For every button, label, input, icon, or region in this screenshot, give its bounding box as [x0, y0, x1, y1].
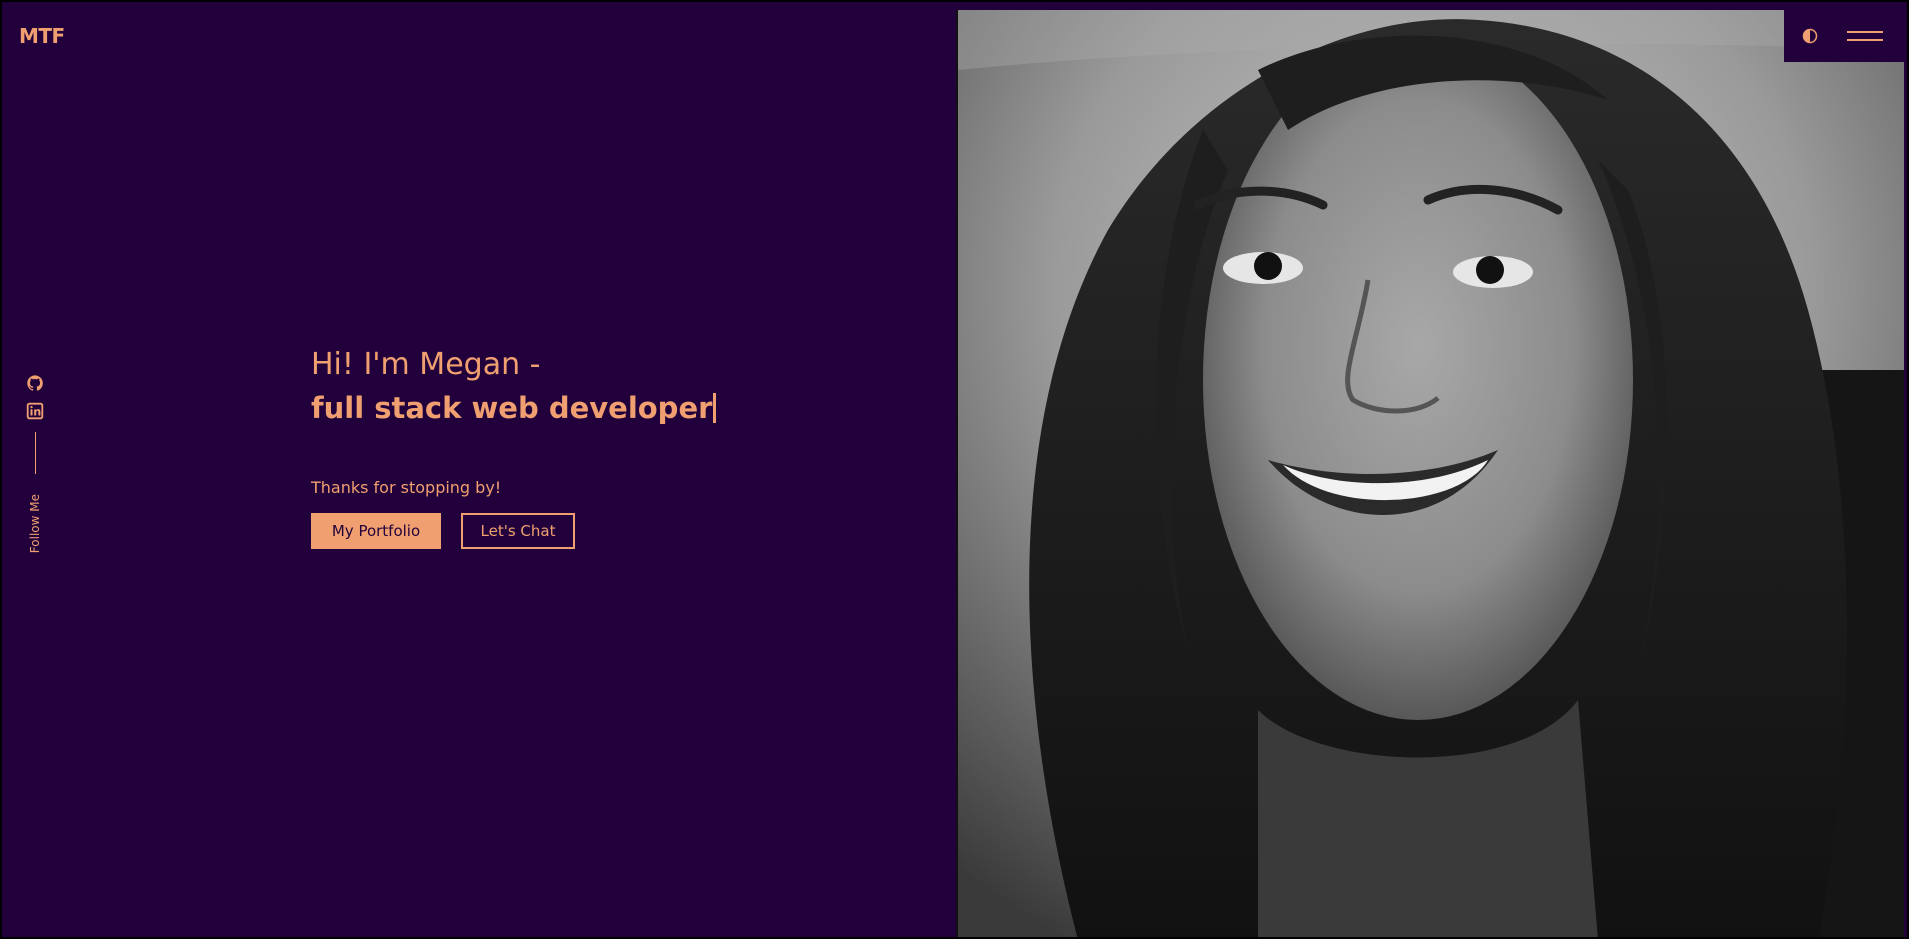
hero-section: Hi! I'm Megan - full stack web developer…: [311, 344, 931, 549]
hamburger-menu-icon[interactable]: [1847, 28, 1883, 44]
site-logo[interactable]: MTF: [19, 24, 65, 48]
hero-tagline: Thanks for stopping by!: [311, 478, 502, 497]
my-portfolio-button[interactable]: My Portfolio: [311, 513, 441, 549]
menu-bar-bottom: [1847, 39, 1883, 41]
hero-greeting-text: Hi! I'm Megan -: [311, 347, 541, 382]
page: MTF Follow Me Hi! I'm Megan - full stack…: [0, 0, 1909, 939]
github-icon[interactable]: [26, 374, 44, 392]
typing-cursor: [713, 393, 717, 423]
follow-me-label: Follow Me: [28, 494, 42, 554]
lets-chat-button[interactable]: Let's Chat: [461, 513, 575, 549]
profile-photo-illustration: [958, 10, 1904, 937]
top-right-controls: [1784, 10, 1904, 62]
menu-bar-top: [1847, 31, 1883, 33]
half-circle-icon[interactable]: [1802, 28, 1818, 44]
social-sidebar: Follow Me: [24, 374, 46, 553]
hero-greeting: Hi! I'm Megan -: [311, 344, 931, 386]
profile-photo: [956, 10, 1904, 937]
social-divider-line: [34, 432, 36, 474]
hero-role-text: full stack web developer: [311, 391, 713, 425]
hero-role: full stack web developer: [311, 386, 931, 430]
linkedin-icon[interactable]: [26, 402, 44, 420]
hero-buttons: My Portfolio Let's Chat: [311, 513, 931, 549]
